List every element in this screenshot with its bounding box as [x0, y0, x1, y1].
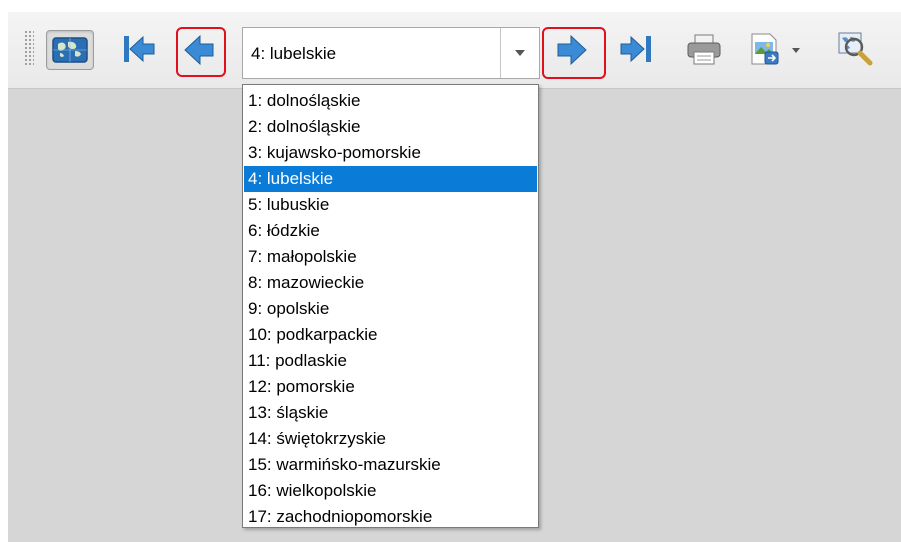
feature-option-2[interactable]: 2: dolnośląskie — [244, 114, 537, 140]
feature-option-8[interactable]: 8: mazowieckie — [244, 270, 537, 296]
feature-option-12[interactable]: 12: pomorskie — [244, 374, 537, 400]
dropdown-toggle[interactable] — [500, 28, 539, 78]
feature-option-5[interactable]: 5: lubuskie — [244, 192, 537, 218]
right-arrow-icon — [557, 34, 587, 66]
feature-option-17[interactable]: 17: zachodniopomorskie — [244, 504, 537, 530]
feature-select-value: 4: lubelskie — [251, 44, 337, 63]
feature-option-13[interactable]: 13: śląskie — [244, 400, 537, 426]
feature-option-14[interactable]: 14: świętokrzyskie — [244, 426, 537, 452]
map-icon — [52, 37, 88, 63]
feature-select[interactable]: 4: lubelskie — [242, 27, 540, 79]
first-arrow-icon — [124, 35, 155, 63]
toolbar-grip-handle[interactable] — [24, 30, 34, 66]
feature-option-6[interactable]: 6: łódzkie — [244, 218, 537, 244]
left-arrow-icon — [184, 34, 214, 66]
chevron-down-icon — [515, 50, 525, 56]
next-feature-button[interactable] — [552, 31, 592, 69]
zoom-settings-icon — [838, 32, 873, 66]
export-atlas-button[interactable] — [748, 30, 804, 68]
feature-option-1[interactable]: 1: dolnośląskie — [244, 88, 537, 114]
feature-option-11[interactable]: 11: podlaskie — [244, 348, 537, 374]
feature-option-4-selected[interactable]: 4: lubelskie — [244, 166, 537, 192]
feature-option-3[interactable]: 3: kujawsko-pomorskie — [244, 140, 537, 166]
feature-option-15[interactable]: 15: warmińsko-mazurskie — [244, 452, 537, 478]
feature-dropdown-list: 1: dolnośląskie 2: dolnośląskie 3: kujaw… — [242, 84, 539, 528]
last-arrow-icon — [620, 35, 651, 63]
feature-option-16[interactable]: 16: wielkopolskie — [244, 478, 537, 504]
first-feature-button[interactable] — [116, 30, 156, 68]
previous-feature-button[interactable] — [179, 31, 219, 69]
feature-option-10[interactable]: 10: podkarpackie — [244, 322, 537, 348]
atlas-settings-button[interactable] — [836, 30, 876, 68]
atlas-preview-button[interactable] — [46, 30, 94, 70]
printer-icon — [687, 34, 721, 65]
feature-option-7[interactable]: 7: małopolskie — [244, 244, 537, 270]
image-export-icon — [751, 33, 800, 65]
print-atlas-button[interactable] — [684, 30, 724, 68]
last-feature-button[interactable] — [618, 30, 658, 68]
feature-option-9[interactable]: 9: opolskie — [244, 296, 537, 322]
